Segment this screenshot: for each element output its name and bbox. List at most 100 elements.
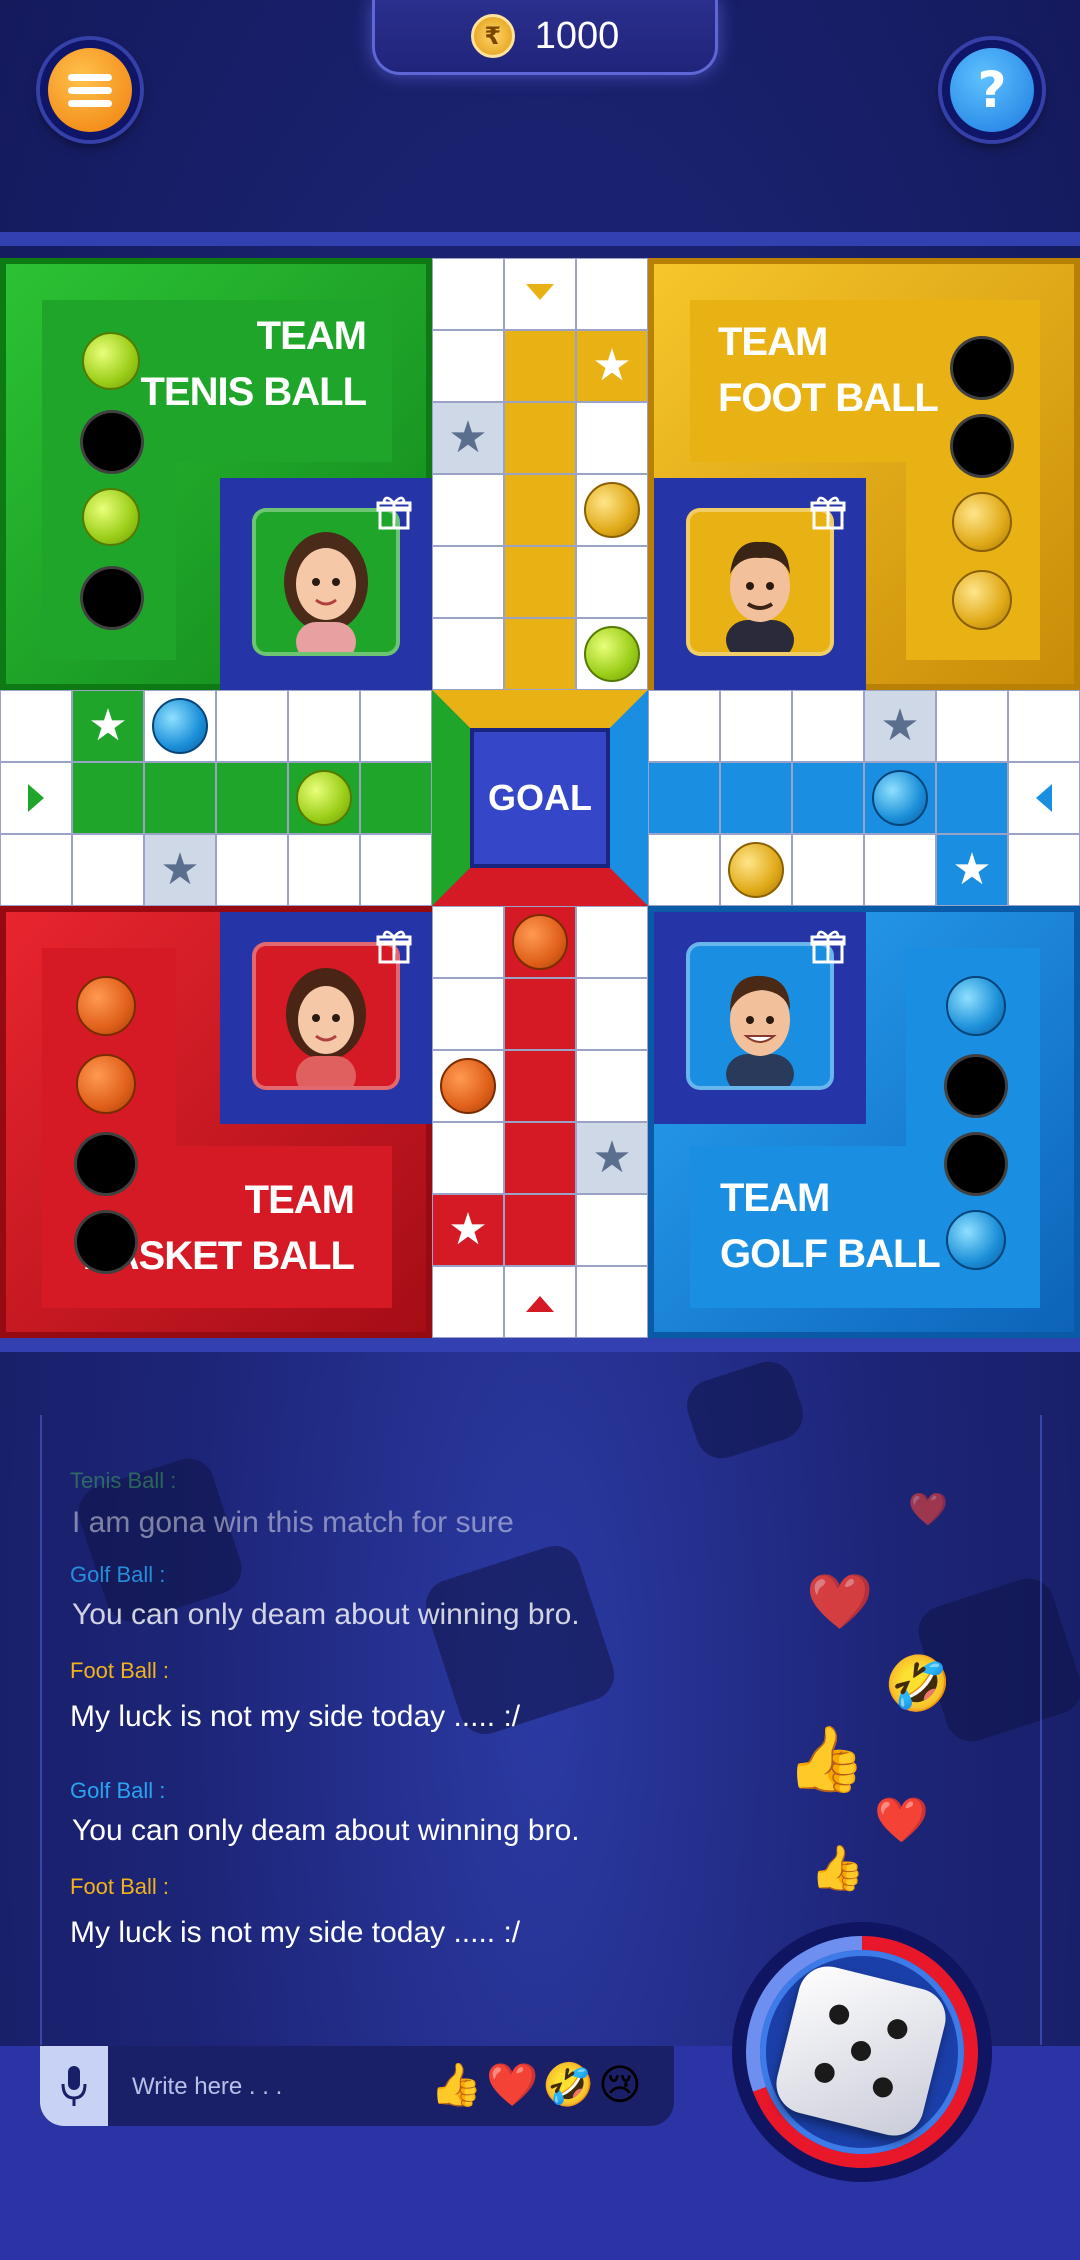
token-tennis-ball[interactable] [82,332,140,390]
token-tennis-ball[interactable] [82,488,140,546]
arrow-right-icon [28,784,44,812]
help-button[interactable]: ? [942,40,1042,140]
floating-heart: ❤️ [874,1795,929,1846]
safe-star-icon: ★ [952,844,992,895]
track-cell [72,834,144,906]
empty-slot [944,1054,1008,1118]
quick-emoji-thumbs-up[interactable]: 👍 [430,2060,482,2110]
message-sender: Golf Ball : [70,1562,166,1587]
team-label-golf: TEAM GOLF BALL [720,1176,941,1276]
message-sender: Tenis Ball : [70,1468,177,1493]
microphone-icon [61,2066,87,2106]
arrow-down-icon [526,284,554,300]
track-cell [792,762,864,834]
message-text: You can only deam about winning bro. [72,1598,580,1631]
track-cell [936,690,1008,762]
quick-emoji-crying[interactable]: 😢 [598,2060,642,2109]
safe-star-icon: ★ [880,700,920,751]
track-cell [432,474,504,546]
track-cell [576,978,648,1050]
track-cell [144,762,216,834]
team-label-football: TEAM FOOT BALL [718,320,939,420]
board-top-rail [0,232,1080,246]
chat-message-input[interactable] [130,2064,434,2110]
dice-roll-button[interactable] [732,1922,992,2182]
token-tennis-ball[interactable] [584,626,640,682]
token-football[interactable] [584,482,640,538]
track-cell [432,1266,504,1338]
empty-slot [950,336,1014,400]
track-cell [504,618,576,690]
message-sender: Golf Ball : [70,1778,166,1803]
message-text: My luck is not my side today ..... :/ [70,1916,521,1949]
token-football[interactable] [952,570,1012,630]
track-cell [792,834,864,906]
avatar-girl [252,508,400,656]
track-cell [360,690,432,762]
coin-balance: 1000 [534,14,620,57]
track-cell [1008,690,1080,762]
empty-slot [944,1132,1008,1196]
track-cell [576,1050,648,1122]
question-icon: ? [977,61,1007,119]
track-cell [576,906,648,978]
board-bottom-rail [0,1338,1080,1352]
track-cell [504,1122,576,1194]
token-bowling-ball[interactable] [152,698,208,754]
track-cell [936,762,1008,834]
player-card-basketball [220,912,432,1124]
token-football[interactable] [728,842,784,898]
track-cell [576,546,648,618]
track-cell [504,978,576,1050]
dice-pip [827,2002,852,2027]
track-cell [648,834,720,906]
track-cell [432,330,504,402]
token-football[interactable] [952,492,1012,552]
track-cell [576,258,648,330]
track-cell [216,834,288,906]
track-cell [432,1122,504,1194]
token-basketball[interactable] [512,914,568,970]
token-tennis-ball[interactable] [296,770,352,826]
gift-icon[interactable] [810,928,846,964]
token-bowling-ball[interactable] [946,976,1006,1036]
microphone-button[interactable] [40,2046,108,2126]
token-bowling-ball[interactable] [872,770,928,826]
quick-emoji-laugh[interactable]: 🤣 [542,2060,594,2110]
goal-center: GOAL [432,690,648,906]
track-cell [576,1194,648,1266]
message-text: I am gona win this match for sure [72,1506,514,1539]
token-bowling-ball[interactable] [946,1210,1006,1270]
track-cell [576,402,648,474]
yard-blue: TEAM GOLF BALL [648,906,1080,1338]
player-card-football [654,478,866,690]
track-cell [432,546,504,618]
track-cell [504,402,576,474]
track-cell [792,690,864,762]
dice-pip [885,2017,910,2042]
quick-emoji-heart[interactable]: ❤️ [486,2060,538,2110]
team-label-tennis: TEAM TENIS BALL [140,314,367,414]
yard-red: TEAM BASKET BALL [0,906,432,1338]
token-basketball[interactable] [440,1058,496,1114]
track-cell [216,690,288,762]
coin-balance-bar: ₹ 1000 [372,0,718,75]
token-basketball[interactable] [76,1054,136,1114]
track-cell [720,690,792,762]
track-cell [432,906,504,978]
message-sender: Foot Ball : [70,1658,170,1683]
track-cell [864,834,936,906]
safe-star-icon: ★ [448,412,488,463]
gift-icon[interactable] [376,494,412,530]
gift-icon[interactable] [810,494,846,530]
floating-heart: ❤️ [908,1490,948,1528]
dice-pip [870,2075,895,2100]
menu-button[interactable] [40,40,140,140]
message-text: My luck is not my side today ..... :/ [70,1700,521,1733]
track-cell [72,762,144,834]
gift-icon[interactable] [376,928,412,964]
token-basketball[interactable] [76,976,136,1036]
track-cell [432,618,504,690]
track-cell [648,762,720,834]
list-icon [68,68,112,113]
